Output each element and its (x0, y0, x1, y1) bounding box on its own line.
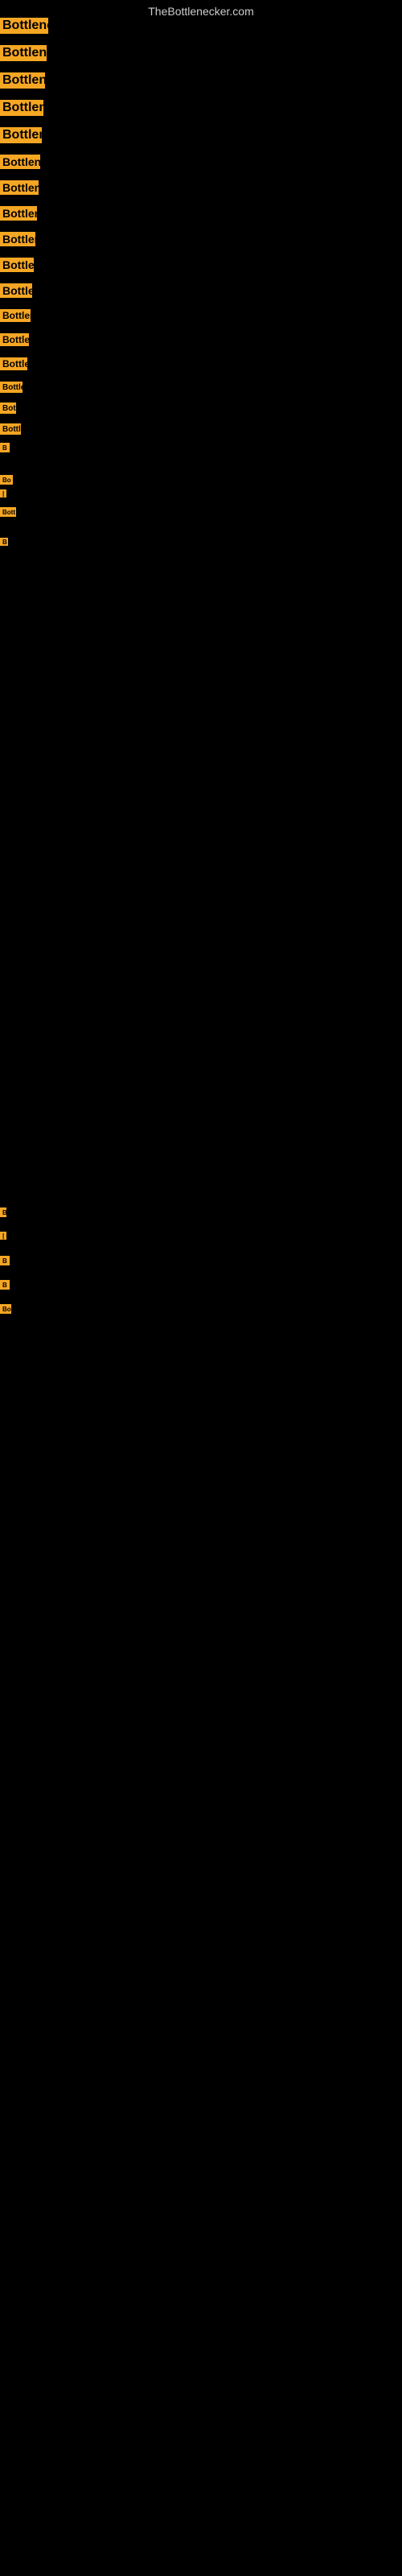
bottleneck-bar-13: Bottleneck re (0, 333, 29, 346)
bottleneck-bar-6: Bottleneck resu (0, 155, 40, 169)
bottleneck-bar-1: Bottleneck result (0, 18, 48, 34)
bottleneck-bar-19: Bo (0, 475, 13, 485)
bottleneck-bar-22: B (0, 538, 8, 546)
bottleneck-bar-9: Bottleneck resu (0, 232, 35, 246)
bottleneck-bar-10: Bottleneck resu (0, 258, 34, 272)
site-title: TheBottlenecker.com (0, 0, 402, 23)
bottleneck-bar-7: Bottleneck resu (0, 180, 39, 195)
bottleneck-bar-23: B (0, 1208, 6, 1217)
bottleneck-bar-5: Bottleneck result (0, 127, 42, 143)
bottleneck-bar-24: | (0, 1232, 6, 1240)
bottleneck-bar-16: Bot (0, 402, 16, 414)
bottleneck-bar-17: Bottlen (0, 423, 21, 435)
bottleneck-bar-27: Bo (0, 1304, 11, 1314)
bottleneck-bar-12: Bottleneck re (0, 309, 31, 322)
bottleneck-bar-11: Bottleneck resu (0, 283, 32, 298)
bottleneck-bar-15: Bottlenec (0, 382, 23, 393)
bottleneck-bar-18: B (0, 443, 10, 452)
bottleneck-bar-14: Bottleneck re (0, 357, 27, 370)
bottleneck-bar-25: B (0, 1256, 10, 1265)
bottleneck-bar-26: B (0, 1280, 10, 1290)
bottleneck-bar-4: Bottleneck result (0, 100, 43, 116)
bottleneck-bar-8: Bottleneck resu (0, 206, 37, 221)
bottleneck-bar-21: Bott (0, 507, 16, 517)
bottleneck-bar-3: Bottleneck result (0, 72, 45, 89)
bottleneck-bar-20: | (0, 489, 6, 497)
bottleneck-bar-2: Bottleneck result (0, 45, 47, 61)
